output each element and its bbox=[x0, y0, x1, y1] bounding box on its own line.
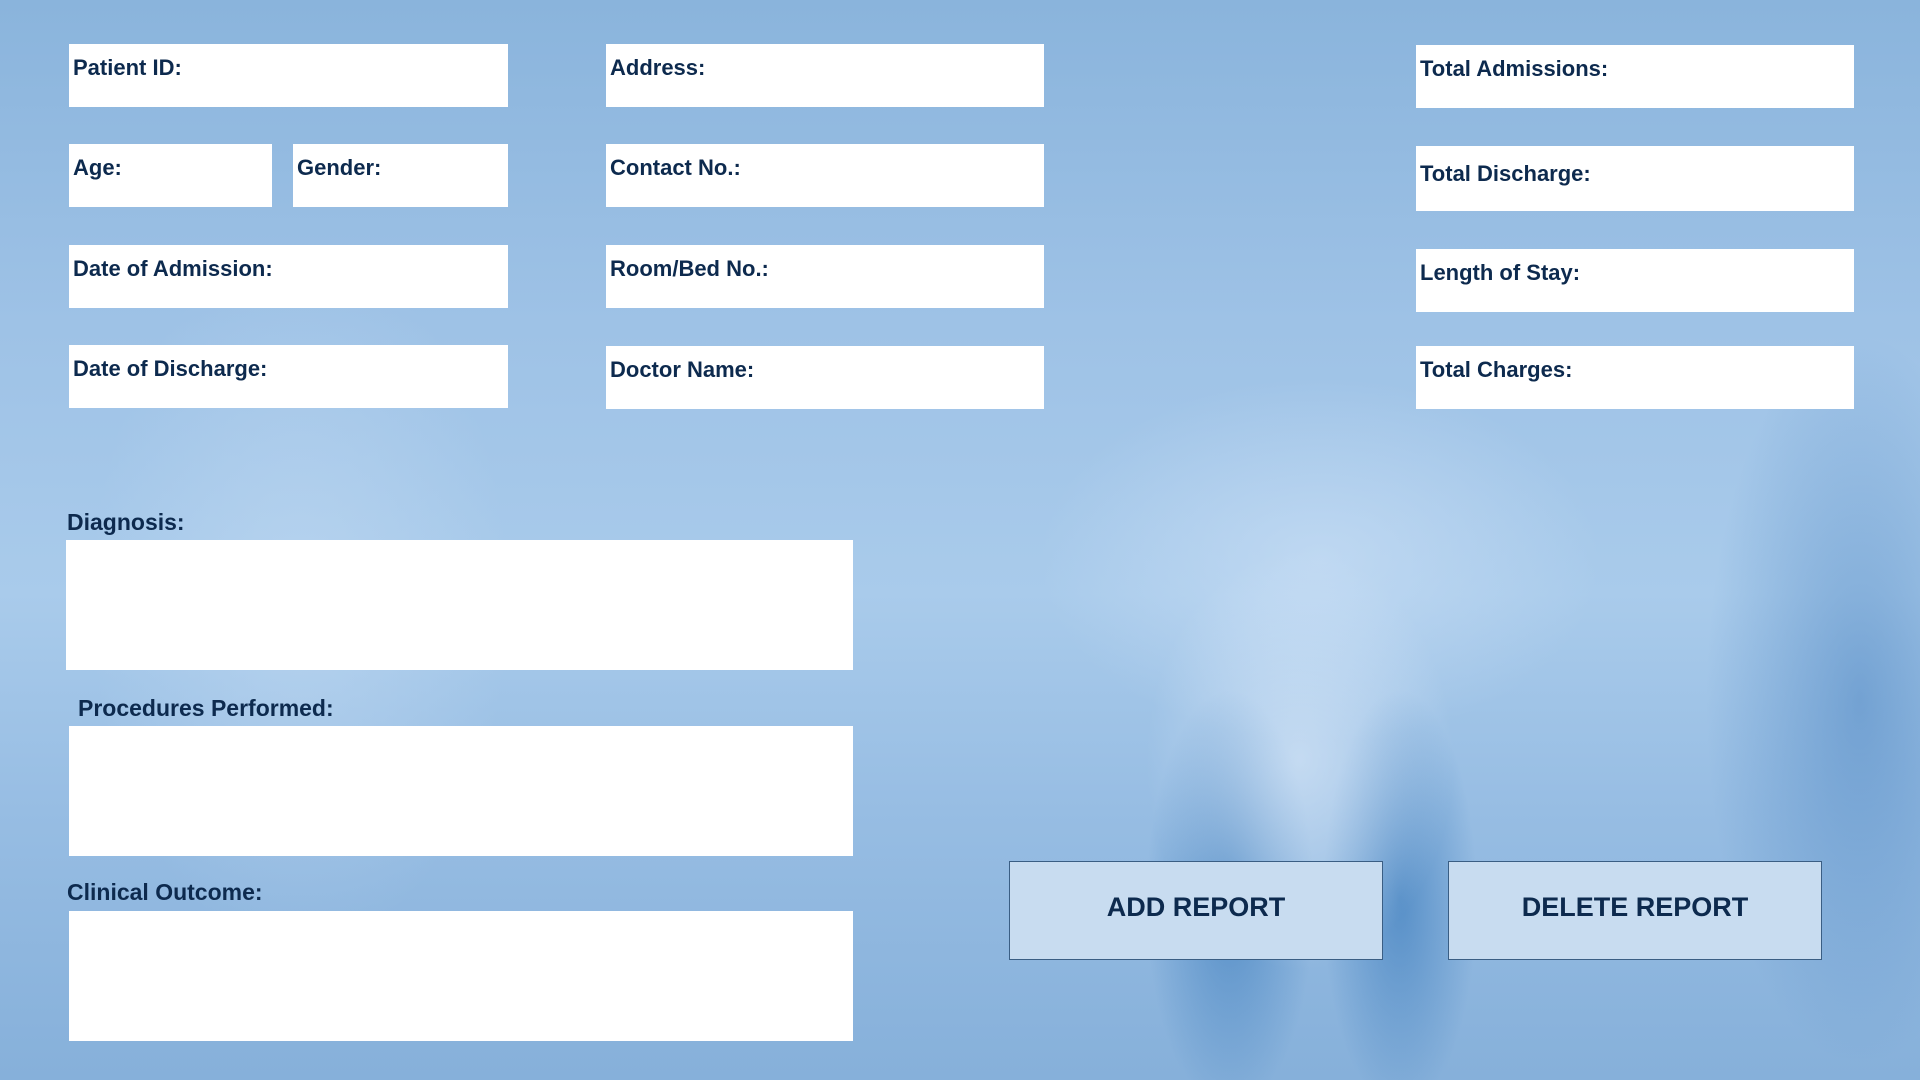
doctor-name-input[interactable] bbox=[610, 381, 1040, 409]
address-field[interactable]: Address: bbox=[606, 44, 1044, 107]
patient-id-field[interactable]: Patient ID: bbox=[69, 44, 508, 107]
total-discharge-input[interactable] bbox=[1420, 185, 1850, 213]
age-field[interactable]: Age: bbox=[69, 144, 272, 207]
add-report-button[interactable]: ADD REPORT bbox=[1009, 861, 1383, 960]
total-charges-label: Total Charges: bbox=[1420, 357, 1573, 382]
date-of-discharge-input[interactable] bbox=[73, 380, 504, 408]
address-label: Address: bbox=[610, 55, 706, 80]
age-label: Age: bbox=[73, 155, 122, 180]
total-admissions-input[interactable] bbox=[1420, 80, 1850, 108]
date-of-admission-label: Date of Admission: bbox=[73, 256, 273, 281]
age-input[interactable] bbox=[73, 179, 268, 207]
doctor-name-label: Doctor Name: bbox=[610, 357, 755, 382]
date-of-discharge-field[interactable]: Date of Discharge: bbox=[69, 345, 508, 408]
clinical-outcome-textarea[interactable] bbox=[69, 911, 853, 1041]
diagnosis-textarea[interactable] bbox=[66, 540, 853, 670]
contact-no-input[interactable] bbox=[610, 179, 1040, 207]
total-admissions-field[interactable]: Total Admissions: bbox=[1416, 45, 1854, 108]
gender-input[interactable] bbox=[297, 179, 504, 207]
contact-no-label: Contact No.: bbox=[610, 155, 741, 180]
length-of-stay-field[interactable]: Length of Stay: bbox=[1416, 249, 1854, 312]
date-of-admission-field[interactable]: Date of Admission: bbox=[69, 245, 508, 308]
contact-no-field[interactable]: Contact No.: bbox=[606, 144, 1044, 207]
procedures-performed-textarea[interactable] bbox=[69, 726, 853, 856]
total-charges-input[interactable] bbox=[1420, 381, 1850, 409]
total-charges-field[interactable]: Total Charges: bbox=[1416, 346, 1854, 409]
gender-label: Gender: bbox=[297, 155, 382, 180]
room-bed-no-field[interactable]: Room/Bed No.: bbox=[606, 245, 1044, 308]
patient-id-label: Patient ID: bbox=[73, 55, 182, 80]
date-of-admission-input[interactable] bbox=[73, 280, 504, 308]
total-admissions-label: Total Admissions: bbox=[1420, 56, 1609, 81]
length-of-stay-label: Length of Stay: bbox=[1420, 260, 1581, 285]
room-bed-no-label: Room/Bed No.: bbox=[610, 256, 769, 281]
length-of-stay-input[interactable] bbox=[1420, 284, 1850, 312]
date-of-discharge-label: Date of Discharge: bbox=[73, 356, 268, 381]
room-bed-no-input[interactable] bbox=[610, 280, 1040, 308]
patient-id-input[interactable] bbox=[73, 79, 504, 107]
diagnosis-label: Diagnosis: bbox=[67, 509, 185, 535]
doctor-name-field[interactable]: Doctor Name: bbox=[606, 346, 1044, 409]
procedures-performed-label: Procedures Performed: bbox=[78, 695, 334, 721]
gender-field[interactable]: Gender: bbox=[293, 144, 508, 207]
clinical-outcome-label: Clinical Outcome: bbox=[67, 879, 263, 905]
delete-report-button[interactable]: DELETE REPORT bbox=[1448, 861, 1822, 960]
address-input[interactable] bbox=[610, 79, 1040, 107]
total-discharge-label: Total Discharge: bbox=[1420, 161, 1591, 186]
total-discharge-field[interactable]: Total Discharge: bbox=[1416, 146, 1854, 213]
